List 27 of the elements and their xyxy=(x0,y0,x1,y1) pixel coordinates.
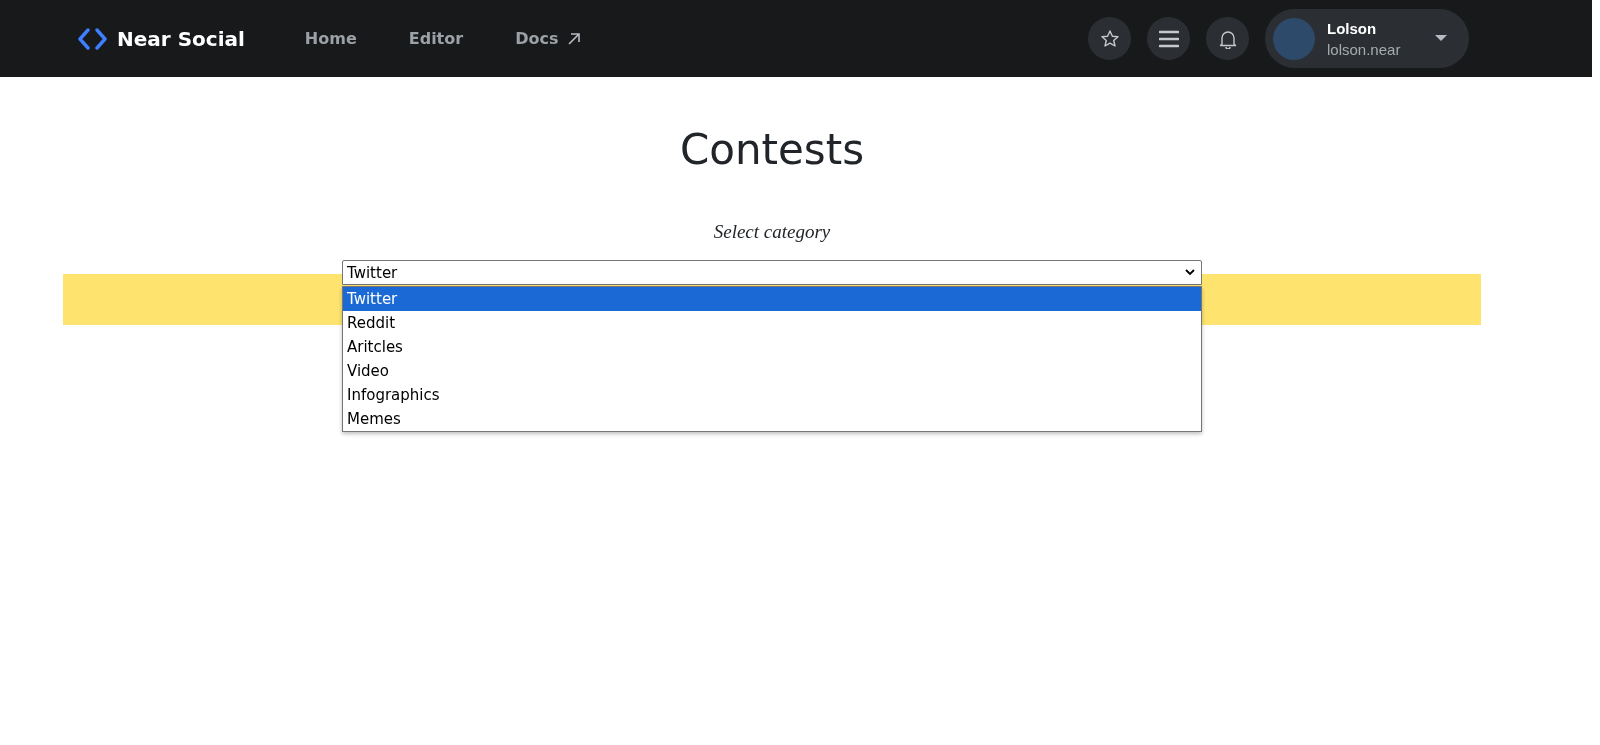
nav-link[interactable]: Docs xyxy=(505,23,592,54)
favorites-button[interactable] xyxy=(1088,17,1131,60)
notifications-button[interactable] xyxy=(1206,17,1249,60)
nav-link[interactable]: Editor xyxy=(398,23,474,54)
category-select[interactable]: Twitter xyxy=(342,260,1202,285)
dropdown-option[interactable]: Memes xyxy=(343,407,1201,431)
menu-button[interactable] xyxy=(1147,17,1190,60)
external-arrow-icon xyxy=(567,31,582,46)
account-id: lolson.near xyxy=(1327,39,1401,60)
account-menu-button[interactable]: Lolson lolson.near xyxy=(1265,9,1469,68)
page-title: Contests xyxy=(679,124,865,176)
nav-link[interactable]: Home xyxy=(294,23,367,54)
select-prompt: Select category xyxy=(713,220,831,244)
dropdown-option[interactable]: Video xyxy=(343,359,1201,383)
avatar-placeholder xyxy=(1273,17,1315,60)
dropdown-option[interactable]: Aritcles xyxy=(343,335,1201,359)
menu-icon xyxy=(1158,29,1179,48)
code-brackets-icon xyxy=(77,27,108,50)
chevron-icon xyxy=(1185,269,1195,276)
dropdown-option[interactable]: Infographics xyxy=(343,383,1201,407)
caret-icon xyxy=(1435,35,1447,42)
brand-link[interactable]: Near Social xyxy=(117,26,245,51)
star-icon xyxy=(1099,28,1120,49)
user-name: Lolson xyxy=(1327,18,1377,39)
dropdown-option[interactable]: Twitter xyxy=(343,287,1201,311)
bell-icon xyxy=(1218,28,1237,49)
dropdown-option[interactable]: Reddit xyxy=(343,311,1201,335)
